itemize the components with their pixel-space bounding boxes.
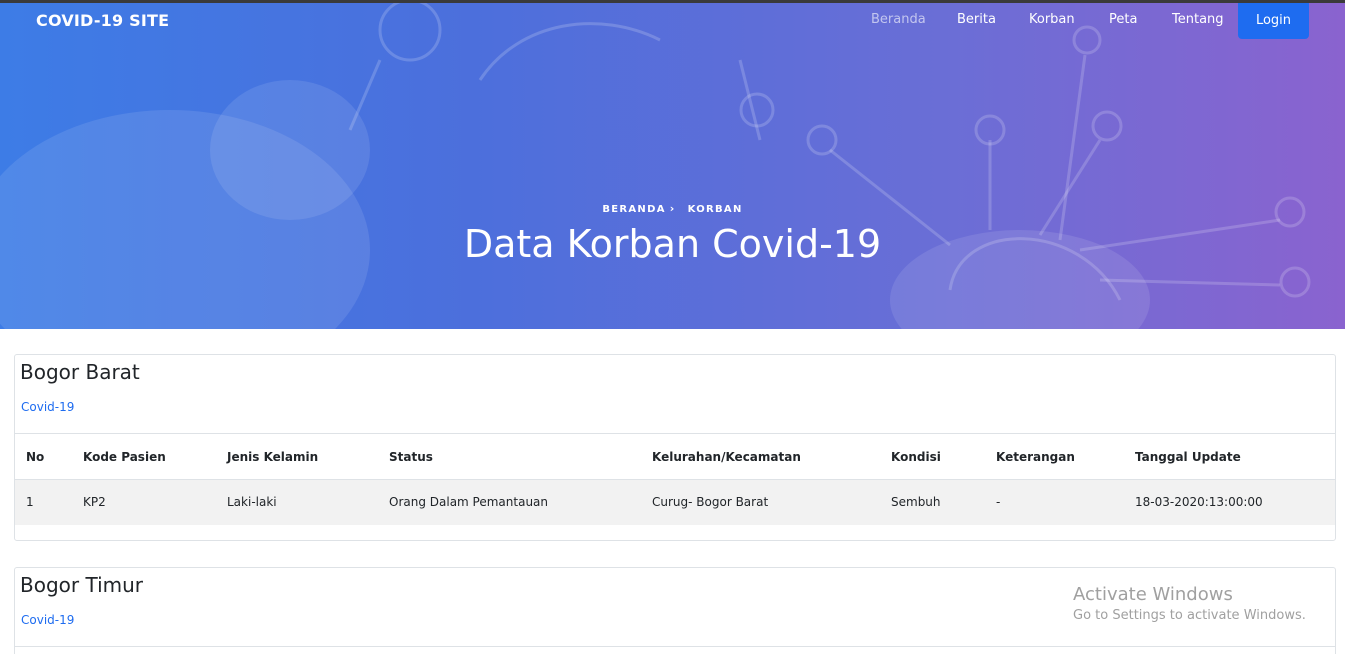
table-cell: - [985,479,1124,525]
nav-item-peta[interactable]: Peta [1109,12,1137,27]
site-brand[interactable]: COVID-19 SITE [36,11,169,30]
chevron-right-icon: › [669,202,676,215]
card-title: Bogor Barat [20,360,140,384]
top-border [0,0,1345,3]
column-header: No [15,433,72,480]
breadcrumb-home[interactable]: BERANDA [602,204,665,215]
column-header: Kelurahan/Kecamatan [641,433,880,480]
column-header: Tanggal Update [1124,433,1335,480]
column-header: Kondisi [880,433,985,480]
hero-banner [0,0,1345,329]
column-header: Status [378,433,641,480]
table-divider [15,646,1335,647]
table-row: 1 KP2 Laki-laki Orang Dalam Pemantauan C… [15,479,1335,525]
table-cell: Laki-laki [216,479,378,525]
column-header: Keterangan [985,433,1124,480]
card-subtitle: Covid-19 [21,400,75,414]
nav-item-beranda[interactable]: Beranda [871,12,926,27]
korban-table: No Kode Pasien Jenis Kelamin Status Kelu… [15,433,1335,525]
card-subtitle: Covid-19 [21,613,75,627]
watermark-subtitle: Go to Settings to activate Windows. [1073,608,1306,623]
table-header-row: No Kode Pasien Jenis Kelamin Status Kelu… [15,433,1335,480]
login-button[interactable]: Login [1238,2,1309,39]
column-header: Jenis Kelamin [216,433,378,480]
nav-item-tentang[interactable]: Tentang [1172,12,1224,27]
breadcrumb-current: KORBAN [687,204,743,215]
card-title: Bogor Timur [20,573,144,597]
windows-activation-watermark: Activate Windows Go to Settings to activ… [1073,584,1306,623]
watermark-title: Activate Windows [1073,584,1233,605]
region-card-bogor-barat: Bogor Barat Covid-19 No Kode Pasien Jeni… [14,354,1336,541]
table-cell: Sembuh [880,479,985,525]
table-cell: 1 [15,479,72,525]
virus-background-image [0,0,1311,329]
table-cell: KP2 [72,479,216,525]
nav-item-korban[interactable]: Korban [1029,12,1075,27]
column-header: Kode Pasien [72,433,216,480]
page-title: Data Korban Covid-19 [463,222,882,266]
breadcrumb: BERANDA › KORBAN [0,202,1345,215]
table-cell: 18-03-2020:13:00:00 [1124,479,1335,525]
nav-item-berita[interactable]: Berita [957,12,996,27]
table-cell: Orang Dalam Pemantauan [378,479,641,525]
table-cell: Curug- Bogor Barat [641,479,880,525]
